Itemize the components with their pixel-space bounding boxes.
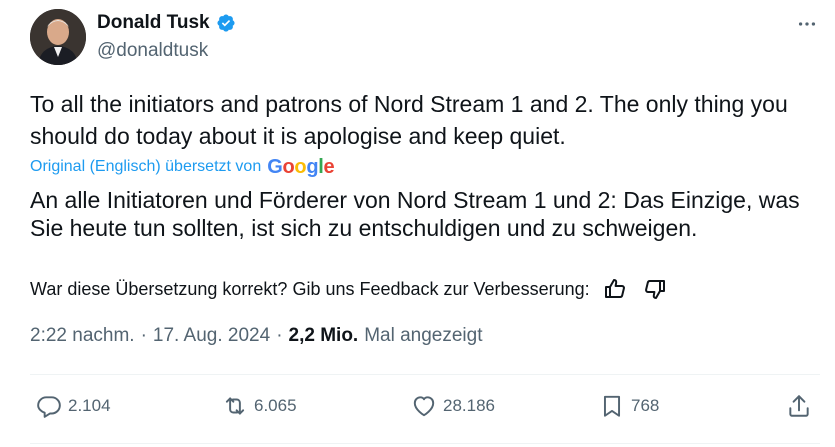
translation-attribution: Original (Englisch) übersetzt von Google <box>30 156 335 178</box>
reply-icon <box>37 396 61 418</box>
divider <box>30 443 820 444</box>
meta-separator: · <box>140 325 147 346</box>
author-display-name[interactable]: Donald Tusk <box>97 12 210 34</box>
more-options-icon[interactable] <box>795 12 819 36</box>
like-button[interactable]: 28.186 <box>411 393 495 419</box>
verified-badge-icon <box>216 13 236 33</box>
divider <box>30 374 820 375</box>
avatar[interactable] <box>30 9 86 65</box>
translation-label[interactable]: Original (Englisch) übersetzt von <box>30 158 261 176</box>
view-count: 2,2 Mio. <box>288 325 359 346</box>
thumbs-down-icon[interactable] <box>642 276 668 302</box>
thumbs-up-icon[interactable] <box>602 276 628 302</box>
repost-count: 6.065 <box>254 396 297 415</box>
view-count-label: Mal angezeigt <box>364 325 483 346</box>
tweet-date[interactable]: 17. Aug. 2024 <box>153 325 270 347</box>
bookmark-icon <box>603 395 621 417</box>
google-logo: Google <box>267 156 335 178</box>
repost-icon <box>225 397 245 415</box>
share-icon <box>789 395 809 417</box>
meta-separator: · <box>276 325 283 346</box>
share-button[interactable] <box>786 393 812 419</box>
author-handle[interactable]: @donaldtusk <box>97 40 208 62</box>
bookmark-count: 768 <box>631 396 660 415</box>
feedback-prompt: War diese Übersetzung korrekt? Gib uns F… <box>30 278 590 299</box>
translation-feedback: War diese Übersetzung korrekt? Gib uns F… <box>30 276 668 302</box>
bookmark-button[interactable]: 768 <box>599 393 659 419</box>
reply-button[interactable]: 2.104 <box>36 393 111 419</box>
tweet-metadata: 2:22 nachm. · 17. Aug. 2024 · 2,2 Mio. M… <box>30 325 483 347</box>
tweet-text: To all the initiators and patrons of Nor… <box>30 91 788 149</box>
reply-count: 2.104 <box>68 396 111 415</box>
repost-button[interactable]: 6.065 <box>222 393 297 419</box>
translated-text: An alle Initiatoren und Förderer von Nor… <box>30 187 800 241</box>
like-count: 28.186 <box>443 396 495 415</box>
author-name-row[interactable]: Donald Tusk <box>97 12 236 34</box>
heart-icon <box>413 396 435 417</box>
tweet-time[interactable]: 2:22 nachm. <box>30 325 135 347</box>
